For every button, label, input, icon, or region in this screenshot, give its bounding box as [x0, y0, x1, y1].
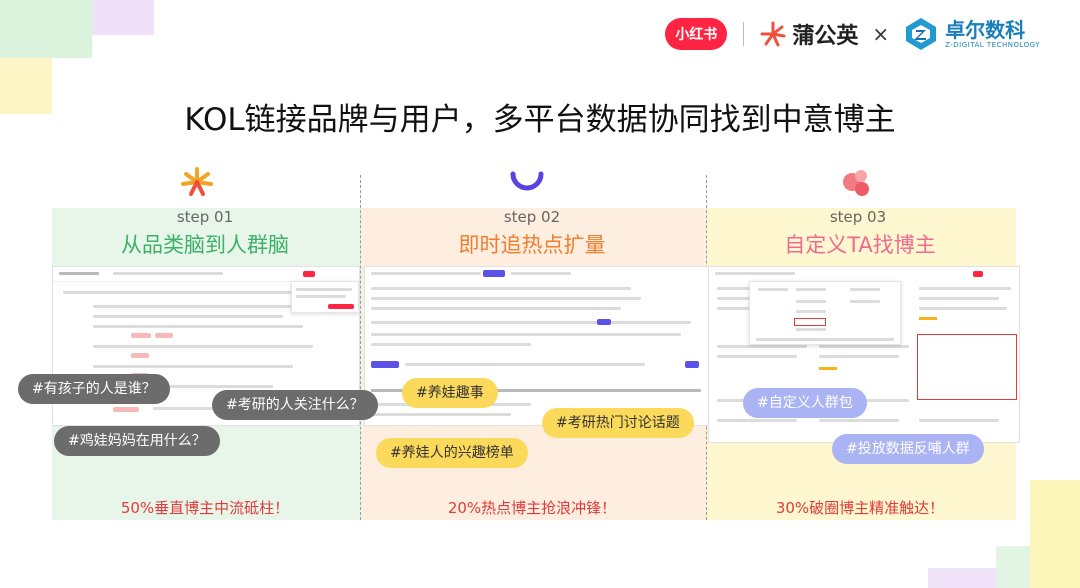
highlight-box: [917, 334, 1017, 400]
pgy-text: 蒲公英: [792, 24, 859, 49]
divider: [743, 22, 745, 46]
tag: #考研的人关注什么？: [212, 390, 378, 420]
step1-title: 从品类脑到人群脑: [121, 233, 289, 257]
decor-block: [928, 568, 996, 588]
decor-block: [996, 546, 1030, 588]
pugongying-logo: 蒲公英: [760, 18, 858, 50]
popup: [291, 281, 359, 313]
dropdown-menu: [749, 281, 901, 345]
tag: #考研热门讨论话题: [542, 408, 694, 438]
page-title: KOL链接品牌与用户，多平台数据协同找到中意博主: [184, 102, 896, 138]
decor-block: [92, 0, 154, 35]
tag: #投放数据反哺人群: [832, 434, 984, 464]
bubble-icon: [843, 170, 869, 196]
tag: #有孩子的人是谁？: [18, 374, 170, 404]
step3-label: step 03: [829, 208, 887, 226]
step1-footer: 50%垂直博主中流砥柱！: [120, 499, 290, 517]
times-sign: ×: [872, 22, 890, 46]
dandelion-icon: [181, 167, 213, 196]
decor-block: [0, 0, 92, 58]
decor-block: [1030, 480, 1080, 588]
tag: #养娃趣事: [402, 378, 498, 408]
step3-title: 自定义TA找博主: [784, 233, 936, 257]
step2-title: 即时追热点扩量: [458, 233, 606, 257]
tag: #鸡娃妈妈在用什么？: [54, 426, 220, 456]
dandelion-icon: [760, 21, 786, 47]
step1-label: step 01: [176, 208, 234, 226]
tag: #养娃人的兴趣榜单: [376, 438, 528, 468]
tag: #自定义人群包: [743, 388, 867, 418]
step2-label: step 02: [503, 208, 561, 226]
zhuoer-en: Z-DIGITAL TECHNOLOGY: [945, 40, 1040, 49]
step2-footer: 20%热点博主抢浪冲锋！: [447, 499, 617, 517]
dashed-divider: [360, 175, 361, 520]
step3-footer: 30%破圈博主精准触达！: [775, 499, 945, 517]
xiaohongshu-logo: 小红书: [665, 18, 728, 50]
half-circle-icon: [510, 171, 544, 191]
zhuoer-cn: 卓尔数科: [945, 17, 1026, 42]
zhuoer-icon: [906, 18, 937, 50]
zhuoer-logo: 卓尔数科 Z-DIGITAL TECHNOLOGY: [903, 16, 1040, 52]
brand-bar: 小红书 蒲公英 × 卓尔数科 Z-DIGITAL TECHNOLOGY: [665, 14, 1040, 54]
